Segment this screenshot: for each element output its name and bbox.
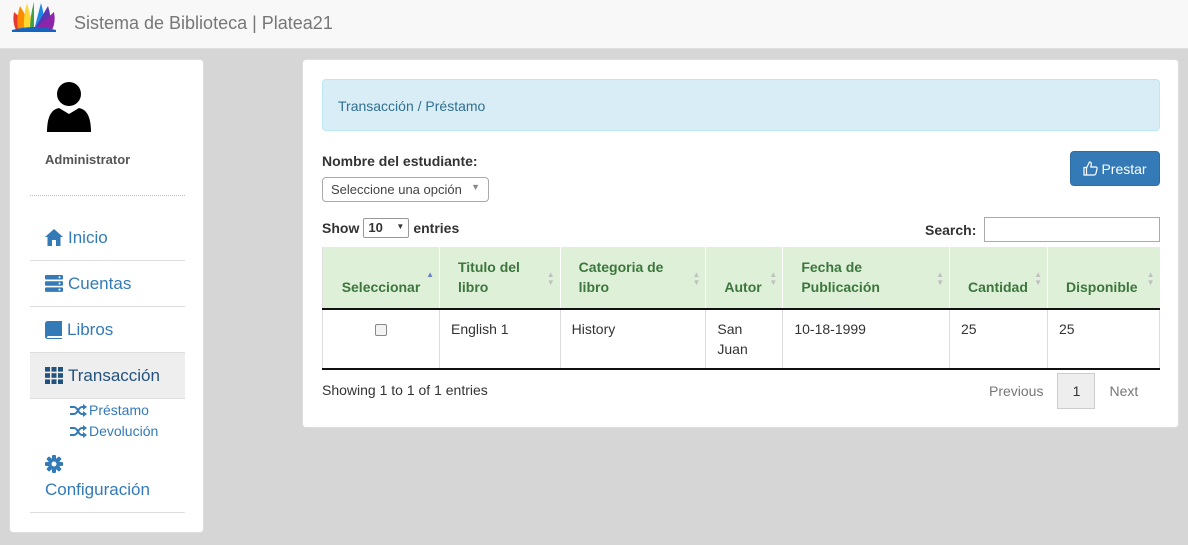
- column-header-categoria[interactable]: Categoria de libro ▲ ▼: [559, 247, 706, 310]
- available-cell: 25: [1046, 309, 1161, 370]
- top-navbar: Sistema de Biblioteca | Platea21: [0, 0, 1188, 49]
- sidebar-item-cuentas[interactable]: Cuentas: [30, 261, 185, 307]
- next-button[interactable]: Next: [1095, 383, 1152, 399]
- sidebar-divider: [30, 195, 185, 196]
- prestar-label: Prestar: [1101, 160, 1147, 177]
- grid-icon: [45, 367, 63, 384]
- entries-length-value: 10: [368, 220, 383, 235]
- sidebar-item-inicio[interactable]: Inicio: [30, 215, 185, 261]
- shuffle-icon: [70, 424, 87, 438]
- sidebar-item-label: Transacción: [68, 365, 160, 385]
- author-cell: San Juan: [705, 309, 783, 370]
- sidebar-subitem-label: Devolución: [89, 423, 159, 439]
- student-select[interactable]: Seleccione una opción ▼: [322, 177, 489, 202]
- student-select-value: Seleccione una opción: [331, 182, 462, 197]
- entries-label: entries: [413, 220, 460, 236]
- quantity-cell: 25: [949, 309, 1048, 370]
- table-row: English 1 History San Juan 10-18-1999 25…: [322, 309, 1161, 370]
- category-cell: History: [559, 309, 706, 370]
- select-cell: [322, 309, 440, 370]
- pagination: Previous 1 Next: [975, 373, 1152, 409]
- length-control: Show 10 ▼ entries: [322, 218, 459, 238]
- sort-icon: ▲ ▼: [546, 270, 555, 287]
- sort-icon: ▲ ▼: [769, 270, 778, 287]
- caret-down-icon: ▼: [471, 182, 480, 192]
- show-label: Show: [322, 220, 360, 236]
- column-header-disponible[interactable]: Disponible ▲ ▼: [1046, 247, 1160, 310]
- select-checkbox[interactable]: [374, 324, 387, 336]
- column-header-autor[interactable]: Autor ▲ ▼: [705, 247, 783, 310]
- thumbs-up-icon: [1083, 161, 1099, 176]
- column-header-cantidad[interactable]: Cantidad ▲ ▼: [949, 247, 1048, 310]
- sidebar-divider: [30, 512, 185, 513]
- sidebar-subitem-label: Préstamo: [89, 402, 149, 418]
- sidebar-item-libros[interactable]: Libros: [30, 307, 185, 353]
- sidebar-item-label: Cuentas: [68, 273, 132, 293]
- sidebar-item-transaccion[interactable]: Transacción: [30, 353, 185, 399]
- breadcrumb-text: Transacción / Préstamo: [338, 98, 486, 114]
- sidebar-item-configuracion[interactable]: Configuración: [45, 480, 150, 500]
- book-icon: [45, 320, 62, 339]
- main-panel: Transacción / Préstamo Nombre del estudi…: [302, 59, 1179, 428]
- books-table: Seleccionar ▲ Titulo del libro ▲ ▼ Categori…: [322, 247, 1161, 370]
- rainbow-book-logo[interactable]: [10, 2, 58, 32]
- server-icon: [45, 275, 63, 292]
- caret-down-icon: ▼: [396, 222, 405, 231]
- sort-icon: ▲ ▼: [1146, 270, 1155, 287]
- column-header-titulo[interactable]: Titulo del libro ▲ ▼: [438, 247, 561, 310]
- breadcrumb: Transacción / Préstamo: [322, 79, 1160, 131]
- user-name: Administrator: [45, 152, 131, 167]
- sidebar-subitem-prestamo[interactable]: Préstamo: [70, 402, 149, 418]
- prestar-button[interactable]: Prestar: [1070, 151, 1160, 186]
- title-cell: English 1: [438, 309, 561, 370]
- student-label: Nombre del estudiante:: [322, 153, 478, 169]
- previous-button[interactable]: Previous: [975, 383, 1057, 399]
- column-header-fecha[interactable]: Fecha de Publicación ▲ ▼: [782, 247, 950, 310]
- sidebar-item-label: Libros: [67, 319, 114, 339]
- date-cell: 10-18-1999: [782, 309, 950, 370]
- entries-length-select[interactable]: 10 ▼: [363, 218, 410, 238]
- sort-icon: ▲ ▼: [936, 270, 944, 287]
- user-avatar-icon: [47, 82, 91, 132]
- sidebar-item-label: Inicio: [68, 227, 108, 247]
- home-icon: [45, 229, 63, 246]
- table-info: Showing 1 to 1 of 1 entries: [322, 382, 488, 398]
- sort-icon: ▲ ▼: [1034, 270, 1042, 287]
- table-header-row: Seleccionar ▲ Titulo del libro ▲ ▼ Categori…: [322, 247, 1160, 310]
- gear-icon[interactable]: [45, 455, 63, 473]
- search-input[interactable]: [984, 217, 1160, 242]
- sidebar-subitem-devolucion[interactable]: Devolución: [70, 423, 158, 439]
- column-header-seleccionar[interactable]: Seleccionar ▲: [322, 247, 440, 310]
- shuffle-icon: [70, 403, 87, 417]
- brand-title[interactable]: Sistema de Biblioteca | Platea21: [74, 13, 333, 34]
- sort-asc-icon: ▲: [426, 270, 434, 279]
- sidebar: Administrator Inicio Cuentas Libros Tran…: [9, 59, 204, 533]
- search-label: Search:: [925, 222, 977, 238]
- page-1-button[interactable]: 1: [1057, 373, 1096, 409]
- sort-icon: ▲ ▼: [692, 270, 701, 287]
